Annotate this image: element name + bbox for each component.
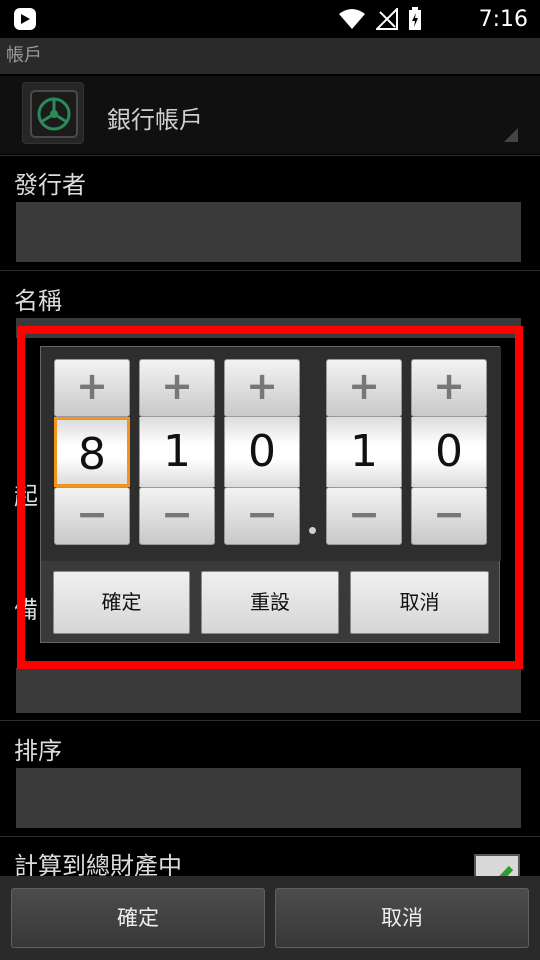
digit-field[interactable]: 1 (139, 417, 215, 487)
status-time: 7:16 (478, 7, 528, 32)
bottom-action-bar: 確定 取消 (0, 876, 540, 960)
divider (0, 720, 540, 721)
digit-field[interactable]: 0 (411, 417, 487, 487)
decimal-point (309, 527, 316, 534)
decrement-button[interactable]: − (326, 487, 402, 545)
picker-area: + 8 − + 1 − + 0 − + 1 − + 0 − (41, 347, 501, 561)
digit-field[interactable]: 1 (326, 417, 402, 487)
note-field[interactable] (16, 668, 521, 713)
spinner-arrow-icon (504, 128, 518, 142)
decrement-button[interactable]: − (139, 487, 215, 545)
decrement-button[interactable]: − (411, 487, 487, 545)
battery-charging-icon (409, 7, 421, 30)
increment-button[interactable]: + (139, 359, 215, 417)
digit-field[interactable]: 0 (224, 417, 300, 487)
divider (0, 155, 540, 156)
increment-button[interactable]: + (54, 359, 130, 417)
app-badge-icon (14, 8, 36, 30)
decrement-button[interactable]: − (54, 487, 130, 545)
issuer-field[interactable] (16, 202, 521, 262)
number-picker-dialog: + 8 − + 1 − + 0 − + 1 − + 0 − 確定 重設 取消 (40, 346, 501, 643)
order-field[interactable] (16, 768, 521, 828)
bank-account-icon (22, 82, 84, 144)
account-type-spinner[interactable]: 銀行帳戶 (0, 76, 540, 154)
dialog-confirm-button[interactable]: 確定 (53, 571, 190, 634)
name-label: 名稱 (14, 287, 62, 315)
confirm-button[interactable]: 確定 (11, 888, 265, 948)
digit-column-5: + 0 − (411, 359, 487, 545)
divider (0, 270, 540, 271)
digit-column-4: + 1 − (326, 359, 402, 545)
status-bar: 7:16 (0, 0, 540, 38)
issuer-label: 發行者 (14, 171, 86, 199)
account-section-header: 帳戶 (0, 38, 540, 74)
increment-button[interactable]: + (326, 359, 402, 417)
digit-column-2: + 1 − (139, 359, 215, 545)
wifi-icon (339, 9, 365, 29)
digit-field[interactable]: 8 (54, 417, 130, 487)
status-icons (338, 7, 422, 31)
dialog-cancel-button[interactable]: 取消 (350, 571, 489, 634)
no-signal-icon (376, 8, 398, 30)
increment-button[interactable]: + (411, 359, 487, 417)
decrement-button[interactable]: − (224, 487, 300, 545)
increment-button[interactable]: + (224, 359, 300, 417)
divider (0, 836, 540, 837)
digit-column-3: + 0 − (224, 359, 300, 545)
account-type-value: 銀行帳戶 (107, 106, 203, 134)
dialog-reset-button[interactable]: 重設 (201, 571, 339, 634)
digit-column-1: + 8 − (54, 359, 130, 545)
order-label: 排序 (14, 737, 62, 765)
cancel-button[interactable]: 取消 (275, 888, 529, 948)
